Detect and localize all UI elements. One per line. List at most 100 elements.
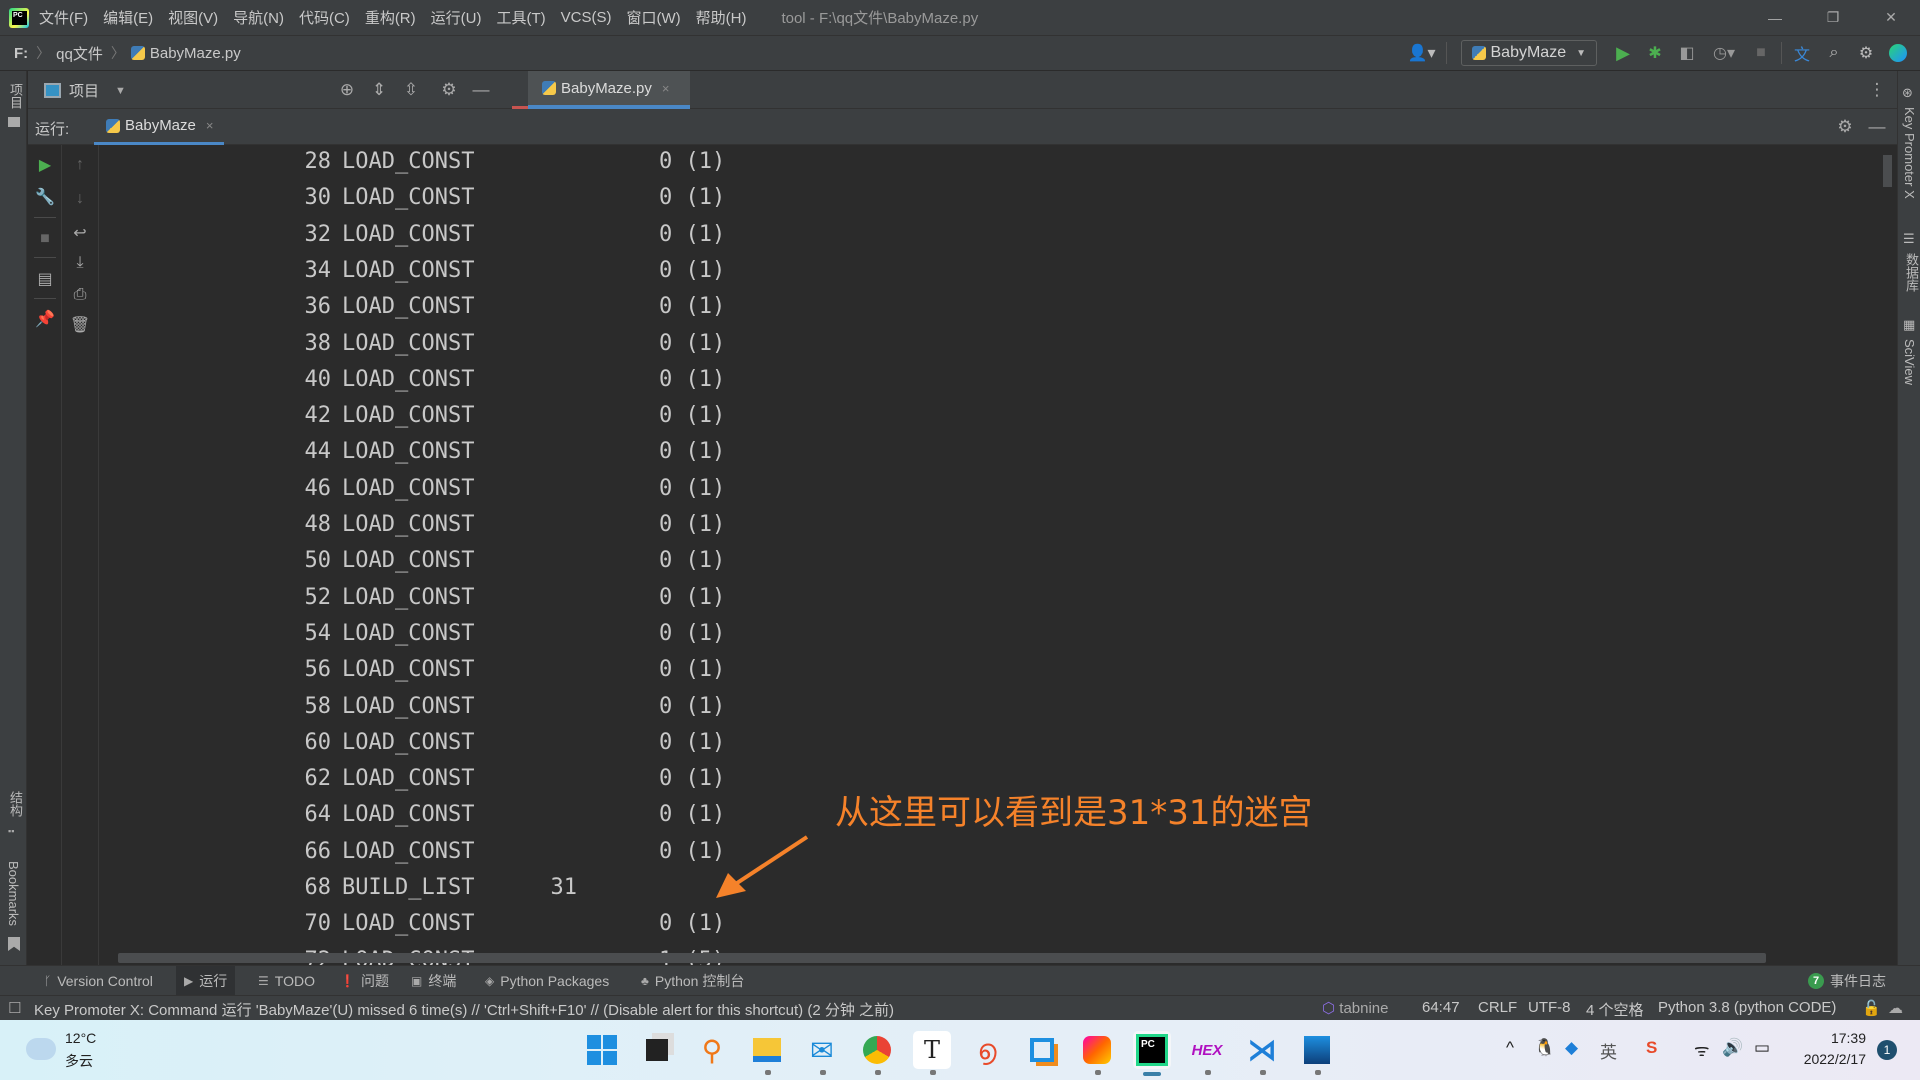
- menu-view[interactable]: 视图(V): [168, 7, 218, 28]
- sciview-tool-button[interactable]: SciView: [1902, 339, 1917, 385]
- key-promoter-tool-button[interactable]: Key Promoter X: [1902, 107, 1917, 199]
- hex-editor-icon[interactable]: HEX: [1188, 1031, 1226, 1069]
- code-with-me-icon[interactable]: [1882, 38, 1914, 68]
- gear-icon[interactable]: ⚙: [1850, 38, 1882, 68]
- weather-cloud-icon[interactable]: [26, 1038, 56, 1060]
- structure-tool-button[interactable]: 结构: [6, 791, 25, 817]
- menu-window[interactable]: 窗口(W): [626, 7, 680, 28]
- tool-version-control[interactable]: ᚴ Version Control: [36, 966, 161, 996]
- vertical-scrollbar[interactable]: [1883, 155, 1892, 187]
- project-view-selector[interactable]: 项目 ▼: [44, 80, 126, 101]
- breadcrumb-drive[interactable]: F: 〉: [0, 43, 50, 63]
- gear-icon[interactable]: ⚙: [1832, 114, 1858, 140]
- pin-icon[interactable]: 📌: [30, 305, 60, 333]
- sogou-icon[interactable]: S: [1646, 1038, 1657, 1058]
- menu-navigate[interactable]: 导航(N): [233, 7, 284, 28]
- stop-icon[interactable]: ■: [30, 225, 60, 253]
- volume-icon[interactable]: 🔊: [1722, 1038, 1743, 1058]
- stop-icon[interactable]: ■: [1745, 38, 1777, 68]
- tool-todo[interactable]: ☰ TODO: [250, 966, 323, 996]
- show-hidden-icons[interactable]: ^: [1506, 1038, 1514, 1058]
- tray-app-icon[interactable]: ◆: [1565, 1038, 1578, 1058]
- breadcrumb-file[interactable]: BabyMaze.py: [125, 45, 241, 62]
- mail-icon[interactable]: ✉: [803, 1031, 841, 1069]
- photos-icon[interactable]: [1298, 1031, 1336, 1069]
- tabnine-status[interactable]: ⬡ tabnine: [1322, 999, 1389, 1017]
- profile-icon[interactable]: ◷▾: [1703, 38, 1745, 68]
- creative-cloud-icon[interactable]: [1078, 1031, 1116, 1069]
- menu-tools[interactable]: 工具(T): [496, 7, 545, 28]
- menu-run[interactable]: 运行(U): [431, 7, 482, 28]
- menu-code[interactable]: 代码(C): [299, 7, 350, 28]
- trash-icon[interactable]: 🗑: [65, 311, 95, 339]
- status-toggle-icon[interactable]: ☐: [8, 999, 21, 1017]
- layout-icon[interactable]: ▤: [30, 265, 60, 293]
- menu-refactor[interactable]: 重构(R): [365, 7, 416, 28]
- notification-badge[interactable]: 1: [1877, 1040, 1897, 1060]
- gear-icon[interactable]: ⚙: [436, 77, 462, 103]
- task-view-icon[interactable]: [638, 1031, 676, 1069]
- arrow-up-icon[interactable]: ↑: [65, 151, 95, 179]
- print-icon[interactable]: ⎙: [65, 281, 95, 309]
- rerun-icon[interactable]: ▶: [30, 151, 60, 179]
- hide-icon[interactable]: —: [468, 77, 494, 103]
- project-tool-button[interactable]: 项目: [6, 83, 25, 109]
- status-message[interactable]: Key Promoter X: Command 运行 'BabyMaze'(U)…: [34, 999, 894, 1020]
- clock-date[interactable]: 2022/2/17: [1796, 1051, 1866, 1067]
- menu-edit[interactable]: 编辑(E): [103, 7, 153, 28]
- line-ending[interactable]: CRLF: [1478, 999, 1517, 1016]
- soft-wrap-icon[interactable]: ↩: [65, 219, 95, 247]
- restore-button[interactable]: ❐: [1804, 0, 1862, 35]
- run-icon[interactable]: ▶: [1607, 38, 1639, 68]
- locate-icon[interactable]: ⊕: [334, 77, 360, 103]
- cloud-settings-icon[interactable]: ☁: [1888, 999, 1903, 1017]
- close-button[interactable]: ✕: [1862, 0, 1920, 35]
- wifi-icon[interactable]: ᯤ: [1694, 1038, 1710, 1061]
- vscode-icon[interactable]: ⋊: [1243, 1031, 1281, 1069]
- interpreter[interactable]: Python 3.8 (python CODE): [1658, 999, 1836, 1016]
- run-config-selector[interactable]: BabyMaze ▼: [1460, 40, 1597, 66]
- qq-icon[interactable]: 🐧: [1534, 1038, 1555, 1058]
- add-user-icon[interactable]: 👤▾: [1402, 38, 1442, 68]
- menu-file[interactable]: 文件(F): [39, 7, 88, 28]
- chrome-icon[interactable]: [858, 1031, 896, 1069]
- breadcrumb-folder[interactable]: qq文件〉: [50, 43, 125, 64]
- run-tab-babymaze[interactable]: BabyMaze ×: [94, 109, 224, 145]
- coverage-icon[interactable]: ◧: [1671, 38, 1703, 68]
- typora-icon[interactable]: T: [913, 1031, 951, 1069]
- search-app-icon[interactable]: ⚲: [693, 1031, 731, 1069]
- expand-all-icon[interactable]: ⇕: [366, 77, 392, 103]
- arrow-down-icon[interactable]: ↓: [65, 185, 95, 213]
- wrench-icon[interactable]: 🔧: [30, 183, 60, 211]
- lock-icon[interactable]: 🔓: [1862, 999, 1881, 1017]
- more-options-icon[interactable]: ⋮: [1864, 77, 1890, 103]
- event-log-button[interactable]: 7 事件日志: [1800, 966, 1894, 996]
- hide-icon[interactable]: —: [1864, 114, 1890, 140]
- caret-position[interactable]: 64:47: [1422, 999, 1460, 1016]
- horizontal-scrollbar[interactable]: [118, 953, 1766, 963]
- debug-icon[interactable]: ✱: [1639, 38, 1671, 68]
- tool-python-console[interactable]: ♣ Python 控制台: [633, 966, 752, 996]
- search-icon[interactable]: ⌕: [1818, 38, 1850, 68]
- weather-desc[interactable]: 多云: [65, 1051, 93, 1071]
- menu-help[interactable]: 帮助(H): [696, 7, 747, 28]
- file-encoding[interactable]: UTF-8: [1528, 999, 1571, 1016]
- collapse-all-icon[interactable]: ⇳: [398, 77, 424, 103]
- bookmarks-tool-button[interactable]: Bookmarks: [6, 861, 21, 926]
- tool-problems[interactable]: ❗ 问题: [332, 966, 397, 996]
- close-tab-icon[interactable]: ×: [206, 118, 214, 133]
- console-output[interactable]: 28 LOAD_CONST 0 (1) 30 LOAD_CONST 0 (1) 32 LOAD…: [99, 145, 1877, 965]
- weather-temp[interactable]: 12°C: [65, 1030, 96, 1046]
- pycharm-taskbar-icon[interactable]: PC: [1133, 1031, 1171, 1069]
- start-button[interactable]: [583, 1031, 621, 1069]
- snail-app-icon[interactable]: ൭: [968, 1031, 1006, 1069]
- clock-time[interactable]: 17:39: [1806, 1030, 1866, 1046]
- database-tool-button[interactable]: 数据库: [1902, 253, 1920, 292]
- tool-run[interactable]: ▶ 运行: [176, 966, 236, 996]
- ime-indicator[interactable]: 英: [1600, 1038, 1617, 1063]
- file-explorer-icon[interactable]: [748, 1031, 786, 1069]
- minimize-button[interactable]: —: [1746, 0, 1804, 35]
- scroll-to-end-icon[interactable]: ⤓: [65, 249, 95, 277]
- editor-tab-babymaze[interactable]: BabyMaze.py ×: [528, 71, 690, 109]
- tool-terminal[interactable]: ▣ 终端: [403, 966, 464, 996]
